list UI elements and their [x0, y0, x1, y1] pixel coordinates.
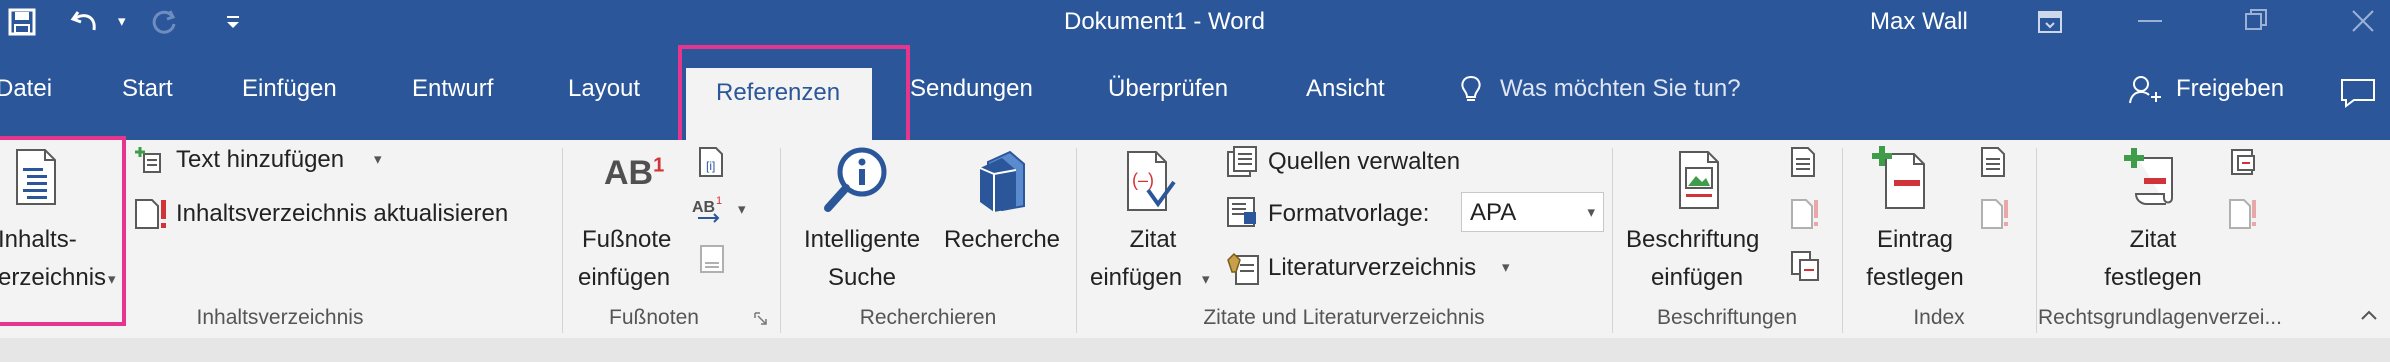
insert-citation-dropdown-icon[interactable]: ▾ — [1202, 270, 1210, 288]
close-icon[interactable] — [2350, 8, 2376, 34]
group-label-recherchieren: Recherchieren — [859, 306, 997, 329]
insert-table-of-figures-icon[interactable] — [1790, 146, 1818, 178]
insert-endnote-icon[interactable]: [i] — [696, 146, 726, 178]
smart-lookup-label-line2: Suche — [827, 264, 897, 291]
toc-highlight-frame — [0, 136, 126, 326]
bibliography-button[interactable]: Literaturverzeichnis — [1268, 254, 1476, 282]
update-index-icon — [1981, 199, 2008, 229]
comments-icon[interactable] — [2340, 78, 2376, 108]
show-notes-icon — [700, 245, 724, 273]
ribbon-tabs: Datei Start Einfügen Entwurf Layout Refe… — [0, 45, 2390, 140]
add-text-icon — [135, 147, 161, 173]
tab-entwurf[interactable]: Entwurf — [412, 75, 493, 103]
update-table-icon — [135, 199, 166, 229]
customize-quick-access-icon[interactable] — [224, 14, 242, 30]
smart-lookup-label-line1: Intelligente — [803, 226, 921, 253]
share-button[interactable]: Freigeben — [2176, 75, 2284, 103]
svg-text:[i]: [i] — [706, 159, 715, 173]
research-label: Recherche — [943, 226, 1061, 253]
research-button[interactable] — [938, 144, 1068, 284]
user-name[interactable]: Max Wall — [1870, 8, 1968, 36]
insert-caption-label-line2: einfügen — [1650, 264, 1744, 291]
group-label-rechtsgrundlagen: Rechtsgrundlagenverzei... — [2038, 306, 2282, 329]
add-text-button[interactable]: Text hinzufügen — [176, 146, 344, 174]
mark-entry-label-line2: festlegen — [1866, 264, 1964, 291]
add-text-dropdown-icon[interactable]: ▾ — [374, 150, 382, 168]
minimize-icon[interactable] — [2138, 18, 2162, 24]
tab-ueberpruefen[interactable]: Überprüfen — [1108, 75, 1228, 103]
collapse-ribbon-icon[interactable] — [2360, 308, 2378, 322]
group-recherchieren: Intelligente Suche Recherche Recherchier… — [782, 140, 1074, 338]
style-label: Formatvorlage: — [1268, 200, 1430, 227]
manage-sources-button[interactable]: Quellen verwalten — [1268, 148, 1460, 176]
window-title: Dokument1 - Word — [1064, 8, 1265, 35]
lightbulb-icon — [1461, 75, 1481, 101]
mark-citation-label-line1: Zitat — [2129, 226, 2177, 253]
update-table-of-figures-icon — [1791, 199, 1818, 229]
undo-dropdown-icon[interactable]: ▾ — [118, 12, 126, 30]
group-separator — [1076, 148, 1077, 333]
group-separator — [2036, 148, 2037, 333]
tab-sendungen[interactable]: Sendungen — [910, 75, 1033, 103]
mark-entry-label-line1: Eintrag — [1876, 226, 1954, 253]
save-icon[interactable] — [8, 8, 36, 36]
manage-sources-icon — [1227, 146, 1257, 177]
svg-text:1: 1 — [716, 195, 722, 207]
group-label-index: Index — [1913, 306, 1965, 329]
tab-ansicht[interactable]: Ansicht — [1306, 75, 1385, 103]
group-index: Eintrag festlegen Index — [1844, 140, 2034, 338]
group-separator — [1842, 148, 1843, 333]
next-footnote-dropdown-icon[interactable]: ▾ — [738, 200, 746, 218]
group-label-zitate: Zitate und Literaturverzeichnis — [1203, 306, 1485, 329]
mark-citation-label-line2: festlegen — [2104, 264, 2202, 291]
next-footnote-icon[interactable]: AB 1 — [692, 194, 728, 224]
tab-einfuegen[interactable]: Einfügen — [242, 75, 337, 103]
bibliography-dropdown-icon[interactable]: ▾ — [1502, 258, 1510, 276]
restore-icon[interactable] — [2244, 8, 2268, 32]
document-area-top — [0, 338, 2390, 362]
group-fussnoten: AB1 Fußnote einfügen [i] AB 1 ▾ Fußnoten — [564, 140, 778, 338]
group-beschriftungen: Beschriftung einfügen Beschriftungen — [1614, 140, 1840, 338]
redo-icon — [152, 10, 176, 34]
group-separator — [780, 148, 781, 333]
insert-index-icon[interactable] — [1980, 146, 2008, 178]
update-table-button[interactable]: Inhaltsverzeichnis aktualisieren — [176, 200, 508, 228]
group-separator — [1612, 148, 1613, 333]
group-separator — [562, 148, 563, 333]
insert-table-of-authorities-icon[interactable] — [2228, 146, 2258, 178]
group-label-fussnoten: Fußnoten — [609, 306, 699, 329]
tab-start[interactable]: Start — [122, 75, 173, 103]
bibliography-icon — [1227, 252, 1259, 285]
style-icon — [1227, 197, 1256, 227]
insert-citation-label-line2: einfügen — [1090, 264, 1183, 291]
tell-me-search[interactable]: Was möchten Sie tun? — [1500, 75, 1741, 103]
insert-footnote-label-line2: einfügen — [578, 264, 671, 291]
style-select-dropdown-icon[interactable]: ▾ — [1587, 203, 1595, 221]
insert-citation-label-line1: Zitat — [1129, 226, 1177, 253]
cross-reference-icon[interactable] — [1790, 250, 1820, 282]
insert-caption-label-line1: Beschriftung — [1626, 226, 1760, 253]
tab-highlight-frame — [678, 45, 910, 144]
share-person-icon — [2129, 76, 2161, 104]
group-label-beschriftungen: Beschriftungen — [1656, 306, 1798, 329]
ribbon-display-options-icon[interactable] — [2037, 10, 2063, 34]
svg-text:AB: AB — [692, 199, 715, 216]
group-zitate-literaturverzeichnis: (–) Zitat einfügen ▾ Quellen verwalten F… — [1078, 140, 1610, 338]
title-bar: ▾ Dokument1 - Word Max Wall — [0, 0, 2390, 45]
style-select[interactable]: APA ▾ — [1461, 192, 1604, 232]
insert-footnote-label-line1: Fußnote — [582, 226, 672, 253]
ribbon-referenzen: Inhalts- verzeichnis ▾ Text hinzufügen ▾… — [0, 136, 2390, 339]
update-table-of-authorities-icon — [2229, 199, 2256, 229]
tab-layout[interactable]: Layout — [568, 75, 640, 103]
footnote-dialog-launcher-icon[interactable] — [754, 312, 768, 326]
style-select-value: APA — [1470, 199, 1517, 226]
group-rechtsgrundlagen: Zitat festlegen Rechtsgrundlagenverzei..… — [2038, 140, 2338, 338]
undo-icon[interactable] — [70, 6, 104, 38]
tab-datei[interactable]: Datei — [0, 75, 52, 103]
